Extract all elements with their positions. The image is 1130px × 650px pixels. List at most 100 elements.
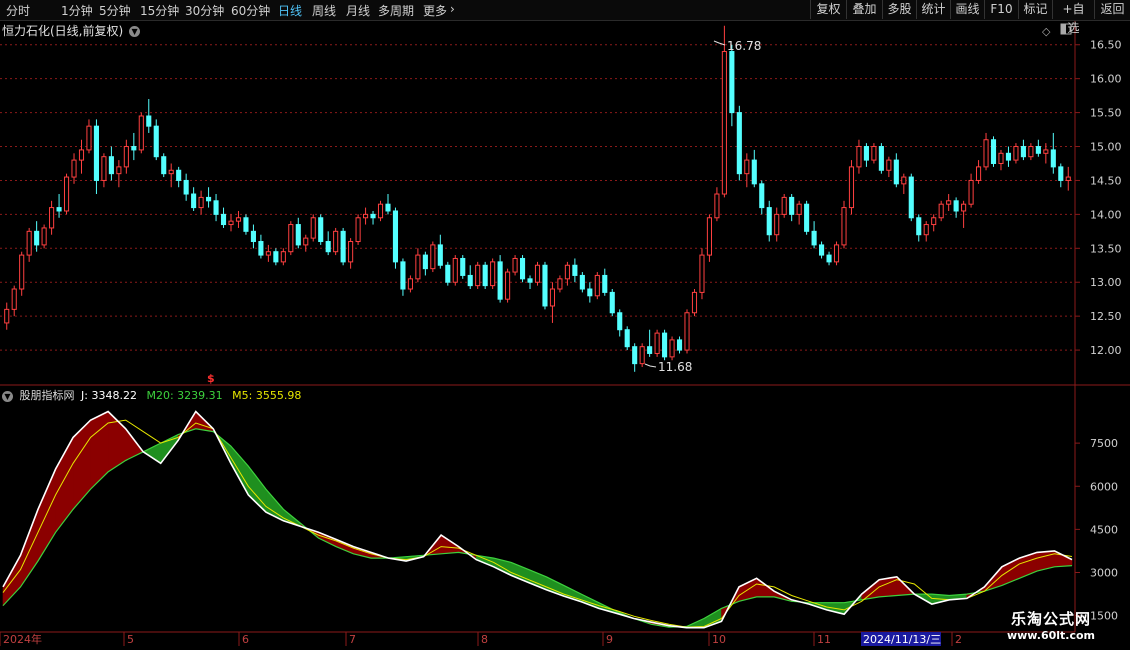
candle bbox=[676, 336, 683, 354]
candle bbox=[265, 244, 271, 262]
candle-body bbox=[976, 166, 982, 181]
candle-body bbox=[153, 125, 159, 158]
candle bbox=[572, 258, 578, 283]
candle-body bbox=[916, 217, 922, 236]
candle-body bbox=[796, 203, 802, 215]
candle bbox=[505, 268, 511, 303]
candle bbox=[871, 143, 877, 164]
candle-body bbox=[931, 217, 937, 226]
candle-body bbox=[968, 179, 974, 205]
price-tick-label: 13.50 bbox=[1090, 242, 1122, 255]
candle-body bbox=[392, 210, 399, 263]
date-tick-label: 9 bbox=[606, 633, 613, 646]
candle-body bbox=[340, 230, 346, 263]
candle bbox=[1035, 139, 1041, 157]
period-tab[interactable]: 分时 bbox=[6, 2, 30, 19]
chevron-right-icon[interactable]: › bbox=[450, 2, 455, 16]
date-tick-label: 6 bbox=[242, 633, 249, 646]
candle bbox=[789, 194, 795, 222]
candle-body bbox=[519, 257, 526, 280]
candle bbox=[848, 160, 855, 215]
chevron-down-icon[interactable]: ▼ bbox=[2, 390, 13, 402]
back-button[interactable]: 返回 bbox=[1094, 0, 1130, 19]
date-axis-ticks: 2024年 5 6 7 8 9 10 11 2 bbox=[0, 632, 962, 646]
candle-body bbox=[632, 346, 638, 365]
candle-body bbox=[191, 193, 197, 209]
price-tick-label: 16.50 bbox=[1090, 39, 1122, 52]
overlay-button[interactable]: 叠加 bbox=[846, 0, 882, 19]
candle-body bbox=[564, 264, 570, 280]
candle-body bbox=[587, 288, 593, 297]
candle-body bbox=[123, 146, 129, 168]
indicator-title: ▼ 股朋指标网 J: 3348.22 M20: 3239.31 M5: 3555… bbox=[2, 387, 301, 403]
candle bbox=[41, 224, 47, 249]
chart-canvas: 16.50 16.00 15.50 15.00 14.50 14.00 13.50 13.00… bbox=[0, 21, 1130, 646]
candle bbox=[303, 234, 309, 252]
candle-body bbox=[273, 251, 279, 263]
candle bbox=[1058, 163, 1064, 188]
candle-body bbox=[34, 230, 40, 246]
candle bbox=[206, 187, 212, 208]
statistics-button[interactable]: 统计 bbox=[916, 0, 950, 19]
candle bbox=[437, 234, 443, 269]
period-tab[interactable]: 1分钟 bbox=[61, 2, 93, 19]
candle bbox=[1013, 143, 1019, 164]
period-tab-active[interactable]: 日线 bbox=[278, 2, 302, 19]
period-tab[interactable]: 周线 bbox=[312, 2, 336, 19]
candle-body bbox=[549, 288, 556, 307]
candle-body bbox=[684, 312, 690, 351]
candle-body bbox=[490, 261, 496, 287]
candle-body bbox=[534, 264, 541, 283]
candle-body bbox=[624, 329, 630, 348]
candle-body bbox=[385, 203, 391, 212]
candle bbox=[878, 143, 884, 174]
diamond-icon[interactable]: ◇ bbox=[1042, 25, 1051, 38]
candle bbox=[407, 275, 413, 293]
candle-body bbox=[265, 251, 271, 256]
candle-body bbox=[243, 217, 249, 232]
period-tab[interactable]: 30分钟 bbox=[185, 2, 224, 19]
more-button[interactable]: 更多 bbox=[423, 2, 447, 19]
candle bbox=[826, 251, 832, 266]
candle-body bbox=[1013, 146, 1019, 161]
candle bbox=[1005, 146, 1012, 167]
candle-body bbox=[11, 288, 17, 310]
multi-stock-button[interactable]: 多股 bbox=[882, 0, 916, 19]
add-watchlist-button[interactable]: +自选 bbox=[1052, 0, 1094, 35]
period-tab[interactable]: 月线 bbox=[346, 2, 370, 19]
candle-body bbox=[310, 217, 316, 239]
candle bbox=[340, 227, 346, 266]
candle-body bbox=[751, 159, 757, 185]
candle bbox=[519, 255, 526, 283]
chevron-down-icon[interactable]: ▼ bbox=[129, 26, 141, 37]
date-tick-label: 2 bbox=[955, 633, 962, 646]
candle-body bbox=[766, 207, 772, 236]
indicator-tick-label: 3000 bbox=[1090, 567, 1118, 580]
candle-body bbox=[49, 207, 55, 229]
period-tab[interactable]: 多周期 bbox=[378, 2, 414, 19]
period-tab[interactable]: 5分钟 bbox=[99, 2, 131, 19]
candle-body bbox=[1065, 176, 1071, 181]
candle bbox=[1050, 132, 1056, 174]
candle-body bbox=[467, 274, 473, 287]
candle-body bbox=[131, 146, 137, 151]
candle-body bbox=[676, 339, 683, 351]
site-watermark: 乐淘公式网 www.60lt.com bbox=[996, 608, 1106, 642]
restore-rights-button[interactable]: 复权 bbox=[810, 0, 846, 19]
high-price-label: 16.78 bbox=[727, 39, 761, 53]
candle-body bbox=[714, 193, 720, 219]
mark-button[interactable]: 标记 bbox=[1018, 0, 1052, 19]
candle-body bbox=[176, 169, 182, 181]
price-annotations: 16.78 11.68 $ 2024/11/13/三 ◇ bbox=[207, 23, 1072, 646]
candle-body bbox=[303, 237, 309, 246]
f10-button[interactable]: F10 bbox=[984, 0, 1018, 19]
watermark-title: 乐淘公式网 bbox=[1010, 610, 1091, 628]
candle bbox=[931, 214, 937, 232]
period-tab[interactable]: 60分钟 bbox=[231, 2, 270, 19]
period-tab[interactable]: 15分钟 bbox=[140, 2, 179, 19]
draw-line-button[interactable]: 画线 bbox=[950, 0, 984, 19]
candle-body bbox=[542, 264, 548, 307]
candle bbox=[908, 173, 914, 222]
band-segment-down bbox=[230, 445, 249, 497]
candle-body bbox=[71, 159, 77, 178]
